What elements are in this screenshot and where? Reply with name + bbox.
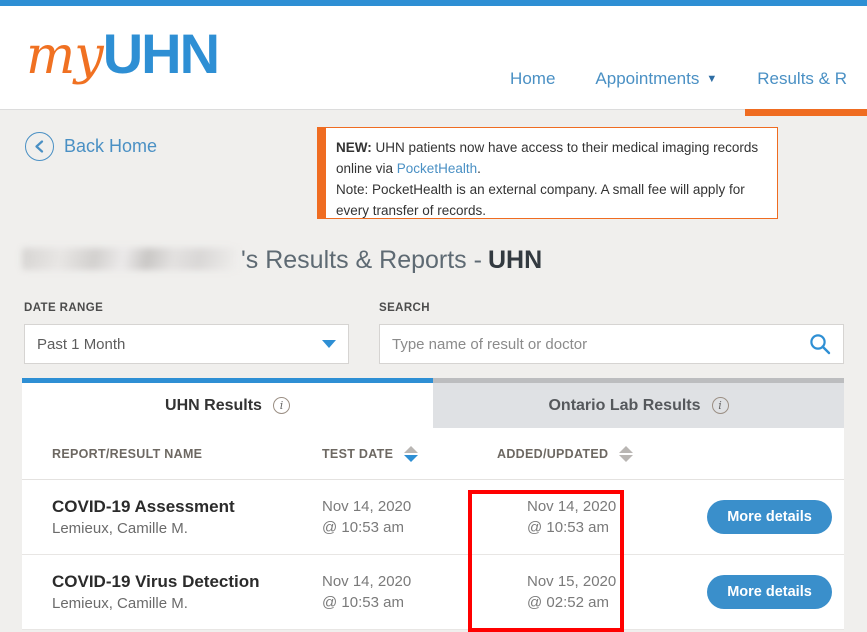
tab-uhn-results[interactable]: UHN Results i (22, 378, 433, 428)
date-range-label: DATE RANGE (24, 302, 104, 314)
test-date-day: Nov 14, 2020 (322, 498, 412, 515)
table-header-row: REPORT/RESULT NAME TEST DATE ADDED/UPDAT… (22, 428, 844, 480)
info-icon[interactable]: i (272, 397, 290, 414)
nav-item-results-label: Results & R (757, 69, 847, 88)
sort-ascending-icon (404, 445, 419, 453)
page-title: 's Results & Reports - UHN (22, 246, 542, 275)
redacted-patient-name (22, 248, 237, 270)
site-header: myUHN Home Appointments ▼ Results & R (0, 6, 867, 116)
added-updated-time: @ 10:53 am (527, 519, 609, 536)
nav-item-appointments[interactable]: Appointments ▼ (575, 64, 737, 94)
test-date-day: Nov 14, 2020 (322, 573, 412, 590)
result-doctor: Lemieux, Camille M. (52, 595, 188, 612)
row-action-cell: More details (697, 500, 842, 534)
nav-item-appointments-label: Appointments (595, 69, 700, 88)
column-header-test-date-label: TEST DATE (322, 446, 394, 461)
tab-uhn-results-label: UHN Results (165, 396, 262, 414)
logo-my-text: my (26, 26, 104, 86)
row-action-cell: More details (697, 575, 842, 609)
back-home-label: Back Home (64, 136, 158, 156)
test-date-time: @ 10:53 am (322, 519, 404, 536)
chevron-down-icon (322, 340, 336, 348)
results-table: REPORT/RESULT NAME TEST DATE ADDED/UPDAT… (22, 428, 844, 630)
result-name: COVID-19 Assessment (52, 497, 235, 516)
page-title-org: UHN (487, 246, 543, 274)
search-icon[interactable] (809, 333, 831, 355)
info-icon[interactable]: i (711, 397, 729, 414)
column-header-added-updated-label: ADDED/UPDATED (497, 446, 609, 461)
date-range-select[interactable]: Past 1 Month (24, 324, 349, 364)
added-updated-time: @ 02:52 am (527, 594, 609, 611)
added-updated-cell: Nov 15, 2020 @ 02:52 am (497, 571, 697, 613)
page-title-suffix: 's Results & Reports - (241, 246, 482, 274)
pockethealth-link[interactable]: PocketHealth (397, 161, 477, 176)
tab-ontario-lab-results-label: Ontario Lab Results (548, 396, 701, 414)
notice-line1-end: . (477, 161, 481, 176)
sort-descending-icon (404, 454, 419, 462)
nav-item-results[interactable]: Results & R (737, 64, 867, 116)
column-header-test-date[interactable]: TEST DATE (322, 445, 497, 462)
test-date-time: @ 10:53 am (322, 594, 404, 611)
sort-descending-icon (619, 454, 634, 462)
notice-new-badge: NEW: (336, 140, 372, 155)
tab-ontario-lab-results[interactable]: Ontario Lab Results i (433, 378, 844, 428)
added-updated-day: Nov 14, 2020 (527, 498, 617, 515)
search-input[interactable] (392, 335, 809, 353)
test-date-cell: Nov 14, 2020 @ 10:53 am (322, 496, 497, 538)
sort-toggle-added-updated[interactable] (619, 445, 634, 462)
column-header-added-updated[interactable]: ADDED/UPDATED (497, 445, 697, 462)
column-header-name: REPORT/RESULT NAME (52, 446, 203, 461)
notice-line2-text: Note: PocketHealth is an external compan… (336, 182, 745, 218)
myuhn-logo[interactable]: myUHN (26, 22, 220, 88)
sort-ascending-icon (619, 445, 634, 453)
nav-item-home-label: Home (510, 69, 556, 88)
result-name-cell: COVID-19 Assessment Lemieux, Camille M. (52, 497, 322, 537)
logo-uhn-text: UHN (102, 22, 220, 85)
result-name: COVID-19 Virus Detection (52, 572, 260, 591)
sort-toggle-test-date[interactable] (404, 445, 419, 462)
more-details-button[interactable]: More details (707, 575, 832, 609)
page-root: myUHN Home Appointments ▼ Results & R Ba… (0, 0, 867, 632)
results-tabs: UHN Results i Ontario Lab Results i (22, 378, 844, 428)
more-details-button[interactable]: More details (707, 500, 832, 534)
search-label: SEARCH (379, 302, 430, 314)
back-home-link[interactable]: Back Home (25, 132, 157, 161)
search-box[interactable] (379, 324, 844, 364)
result-name-cell: COVID-19 Virus Detection Lemieux, Camill… (52, 572, 322, 612)
table-row[interactable]: COVID-19 Virus Detection Lemieux, Camill… (22, 555, 844, 630)
result-doctor: Lemieux, Camille M. (52, 520, 188, 537)
chevron-down-icon: ▼ (706, 73, 718, 85)
chevron-left-circle-icon (25, 132, 54, 161)
nav-item-home[interactable]: Home (490, 64, 575, 94)
date-range-value: Past 1 Month (37, 335, 126, 353)
table-row[interactable]: COVID-19 Assessment Lemieux, Camille M. … (22, 480, 844, 555)
test-date-cell: Nov 14, 2020 @ 10:53 am (322, 571, 497, 613)
added-updated-day: Nov 15, 2020 (527, 573, 617, 590)
added-updated-cell: Nov 14, 2020 @ 10:53 am (497, 496, 697, 538)
pockethealth-notice-banner: NEW: UHN patients now have access to the… (317, 127, 778, 219)
main-navigation: Home Appointments ▼ Results & R (490, 64, 867, 116)
active-tab-underline (745, 109, 867, 116)
